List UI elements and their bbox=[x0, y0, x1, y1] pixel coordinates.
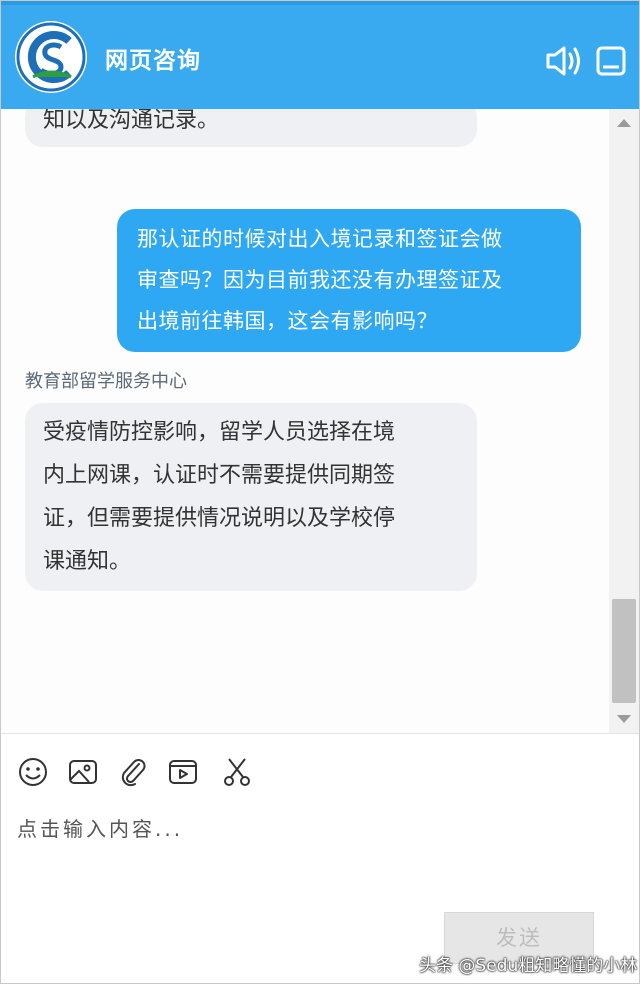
message-list: 知以及沟通记录。 那认证的时候对出入境记录和签证会做 审查吗？因为目前我还没有办… bbox=[1, 109, 609, 733]
chat-scrollbar[interactable] bbox=[609, 109, 639, 733]
message-line: 受疫情防控影响，留学人员选择在境 bbox=[43, 420, 396, 445]
message-line: 审查吗？因为目前我还没有办理签证及 bbox=[137, 268, 503, 292]
minimize-icon[interactable] bbox=[593, 43, 633, 79]
scroll-thumb[interactable] bbox=[612, 599, 636, 703]
sender-name: 教育部留学服务中心 bbox=[25, 371, 187, 392]
input-toolbar bbox=[1, 734, 639, 810]
message-line: 课通知。 bbox=[43, 549, 132, 574]
chat-window: 网页咨询 知以及沟通记录。 那认证的时候对出入境记录和签证会做 审查吗？因为目前… bbox=[0, 0, 640, 984]
page-title: 网页咨询 bbox=[105, 48, 201, 74]
scroll-down-icon[interactable] bbox=[617, 715, 631, 723]
scroll-up-icon[interactable] bbox=[617, 119, 631, 127]
agent-message: 知以及沟通记录。 bbox=[25, 109, 477, 147]
agent-message: 受疫情防控影响，留学人员选择在境 内上网课，认证时不需要提供同期签 证，但需要提… bbox=[25, 403, 477, 591]
message-line: 知以及沟通记录。 bbox=[43, 109, 220, 133]
message-input[interactable] bbox=[17, 813, 617, 903]
chat-header: 网页咨询 bbox=[1, 1, 639, 109]
attachment-icon[interactable] bbox=[117, 756, 149, 788]
user-message: 那认证的时候对出入境记录和签证会做 审查吗？因为目前我还没有办理签证及 出境前往… bbox=[117, 209, 581, 352]
scissors-icon[interactable] bbox=[221, 756, 253, 788]
message-line: 内上网课，认证时不需要提供同期签 bbox=[43, 463, 396, 488]
message-line: 证，但需要提供情况说明以及学校停 bbox=[43, 506, 396, 531]
center-logo-icon bbox=[15, 21, 87, 93]
video-icon[interactable] bbox=[167, 756, 199, 788]
emoji-icon[interactable] bbox=[17, 756, 49, 788]
message-line: 那认证的时候对出入境记录和签证会做 bbox=[137, 227, 503, 251]
message-line: 出境前往韩国，这会有影响吗？ bbox=[137, 309, 438, 333]
speaker-icon[interactable] bbox=[543, 43, 583, 79]
image-icon[interactable] bbox=[67, 756, 99, 788]
watermark: 头条 @Sedu粗知略懂的小林 bbox=[419, 956, 638, 976]
